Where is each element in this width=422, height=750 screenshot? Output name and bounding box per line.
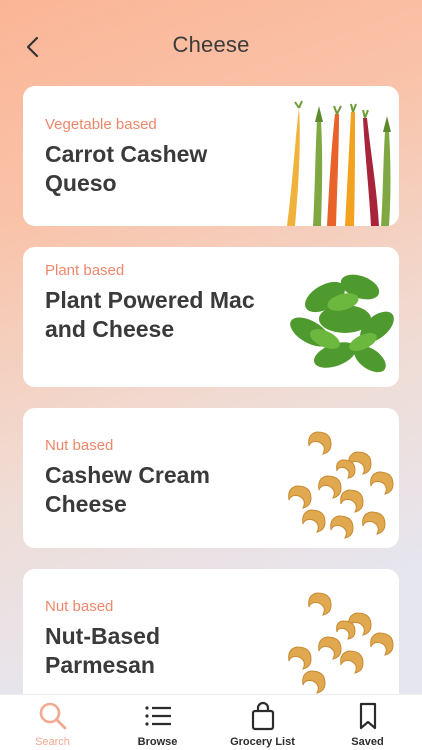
tab-label: Grocery List [230,736,295,748]
recipe-card[interactable]: Nut based Nut-Based Parmesan [23,569,399,709]
recipe-name: Plant Powered Mac and Cheese [45,287,255,342]
cashews-image [288,592,394,694]
tab-bar: Search Browse Grocery List Saved [0,694,422,750]
list-icon [144,706,171,726]
recipe-card[interactable]: Nut based Cashew Cream Cheese [23,408,399,548]
search-icon [39,702,66,730]
tab-label: Browse [137,736,178,748]
recipe-tag: Vegetable based [45,116,157,133]
tab-saved[interactable]: Saved [315,695,420,750]
tab-grocery-list[interactable]: Grocery List [210,695,315,750]
tab-browse[interactable]: Browse [105,695,210,750]
tab-label: Search [35,736,70,748]
shopping-bag-icon [251,701,274,731]
recipe-name: Cashew Cream Cheese [45,462,210,517]
page-title: Cheese [172,32,250,57]
recipe-name: Nut-Based Parmesan [45,623,161,678]
recipe-card[interactable]: Vegetable based Carrot Cashew Queso [23,86,399,226]
header: Cheese [0,0,422,90]
recipe-tag: Nut based [45,437,114,454]
recipe-card[interactable]: Plant based Plant Powered Mac and Cheese [23,247,399,387]
tab-search[interactable]: Search [0,695,105,750]
arugula-image [290,274,394,373]
bookmark-icon [359,702,376,730]
tab-label: Saved [351,736,384,748]
recipe-tag: Plant based [45,262,125,279]
cashews-image [288,431,394,539]
carrots-asparagus-image [287,100,391,226]
recipe-name: Carrot Cashew Queso [45,141,208,196]
recipe-tag: Nut based [45,598,114,615]
